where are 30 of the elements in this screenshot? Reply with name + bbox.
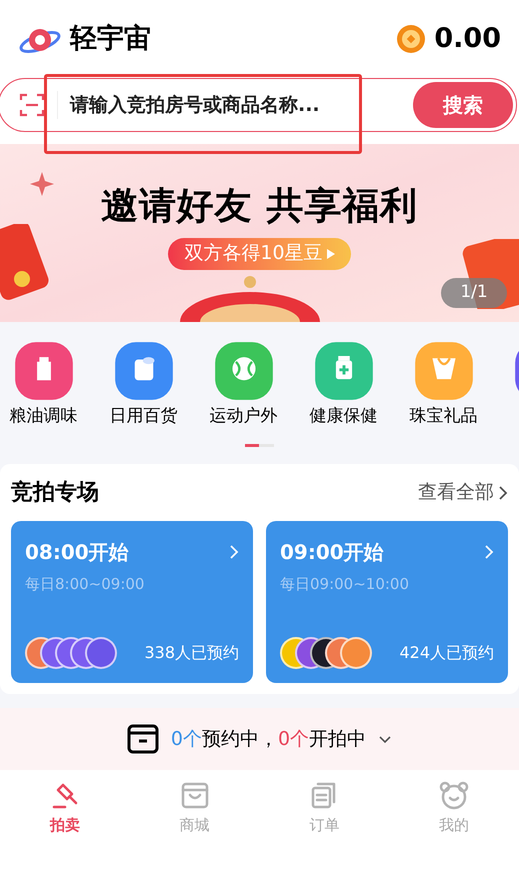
session-time: 每日8:00~09:00 [25,574,146,595]
balance-amount: 0.00 [434,22,501,56]
search-button[interactable]: 搜索 [413,82,513,128]
status-bar[interactable]: 0个预约中，0个开拍中 [0,708,519,770]
app-name: 轻宇宙 [70,22,151,56]
tab-bar-item[interactable]: 拍卖 [0,780,130,836]
chevron-right-icon [229,544,239,560]
box-icon [126,723,159,755]
chevron-right-icon [484,544,494,560]
session-time: 每日09:00~10:00 [280,574,410,595]
sparkle-icon [30,172,54,196]
search-field[interactable]: 请输入竞拍房号或商品名称... 搜索 [0,78,517,132]
promo-banner[interactable]: 邀请好友 共享福利 双方各得10星豆 1/1 [0,144,519,322]
scan-icon [19,92,45,118]
section-title: 竞拍专场 [11,479,99,507]
banner-title: 邀请好友 共享福利 [100,183,418,229]
shopping-bag-icon [180,780,210,810]
scroll-indicator [245,444,274,446]
page-indicator: 1/1 [441,278,507,308]
bear-face-icon [439,780,470,810]
session-title: 09:00开始 [280,539,384,566]
status-summary: 0个预约中，0个开拍中 [170,726,366,752]
reservation-count: 424人已预约 [399,642,494,664]
chevron-right-icon [498,484,508,500]
play-triangle-icon [326,248,335,258]
coin-icon [396,24,426,54]
session-title: 08:00开始 [25,539,129,566]
chevron-down-icon [378,734,392,744]
view-all-link[interactable]: 查看全部 [418,478,508,507]
reservation-count: 338人已预约 [144,642,239,664]
